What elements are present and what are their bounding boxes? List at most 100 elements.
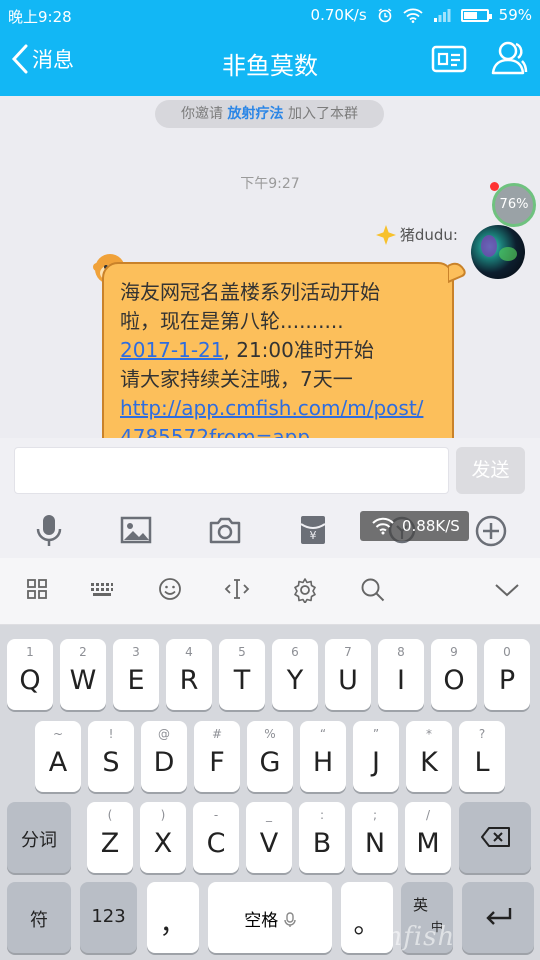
image-icon[interactable]: [120, 516, 152, 544]
keyboard-toolbar: [0, 558, 540, 625]
key-y[interactable]: 6Y: [272, 639, 318, 710]
key-w[interactable]: 2W: [60, 639, 106, 710]
key-c[interactable]: -C: [193, 802, 239, 873]
add-plus-icon[interactable]: [474, 514, 508, 548]
key-h[interactable]: “H: [300, 721, 346, 792]
group-members-icon[interactable]: [488, 40, 530, 76]
key-hint: 1: [26, 645, 34, 659]
chat-area[interactable]: 你邀请 放射疗法 加入了本群 下午9:27 76% 猪dudu: 海友网冠名盖楼…: [0, 96, 540, 438]
key-x[interactable]: ) X: [140, 802, 186, 873]
key-m[interactable]: / M: [405, 802, 451, 873]
emoji-icon[interactable]: [158, 577, 182, 601]
grid-menu-icon[interactable]: [26, 578, 48, 600]
key-q[interactable]: 1Q: [7, 639, 53, 710]
key-v[interactable]: _ V: [246, 802, 292, 873]
key-l[interactable]: ? L: [459, 721, 505, 792]
star-badge-icon: [375, 224, 396, 245]
chevron-down-icon[interactable]: [494, 582, 520, 598]
message-line: 海友网冠名盖楼系列活动开始: [120, 280, 380, 304]
key-u[interactable]: 7U: [325, 639, 371, 710]
segment-key[interactable]: 分词: [7, 802, 71, 873]
key-hint: 6: [291, 645, 299, 659]
symbol-key-label: 符: [30, 910, 48, 931]
key-n[interactable]: ; N: [352, 802, 398, 873]
key-hint: :: [319, 808, 325, 822]
battery-percent: 59%: [498, 6, 532, 24]
cursor-move-icon[interactable]: [224, 577, 250, 601]
symbol-key[interactable]: 符: [7, 882, 71, 953]
key-g[interactable]: % G: [247, 721, 293, 792]
key-i[interactable]: 8I: [378, 639, 424, 710]
key-b[interactable]: :B: [299, 802, 345, 873]
number-key[interactable]: 123: [80, 882, 137, 953]
enter-key[interactable]: [462, 882, 534, 953]
key-f[interactable]: # F: [194, 721, 240, 792]
key-a[interactable]: ~ A: [35, 721, 81, 792]
key-label: L: [474, 747, 490, 778]
message-input[interactable]: [14, 447, 449, 494]
key-hint: 4: [185, 645, 193, 659]
enter-icon: [486, 908, 512, 925]
key-s[interactable]: ! S: [88, 721, 134, 792]
keyboard-layout-icon[interactable]: [90, 582, 114, 598]
key-j[interactable]: ” J: [353, 721, 399, 792]
space-key-label: 空格: [208, 906, 332, 931]
message-bubble[interactable]: 海友网冠名盖楼系列活动开始 啦，现在是第八轮.......... 2017-1-…: [102, 262, 454, 438]
segment-key-label: 分词: [21, 830, 57, 851]
message-line: 2017-1-21, 21:00准时开始: [120, 336, 436, 365]
url-link-cont[interactable]: 4785572from=app: [120, 425, 310, 438]
net-speed: 0.70K/s: [310, 6, 367, 24]
key-label: H: [312, 747, 334, 778]
url-link[interactable]: http://app.cmfish.com/m/post/: [120, 396, 423, 420]
backspace-key[interactable]: [459, 802, 531, 873]
alarm-icon: [378, 8, 392, 23]
key-z[interactable]: (Z: [87, 802, 133, 873]
search-icon[interactable]: [360, 577, 386, 603]
invited-user-link[interactable]: 放射疗法: [228, 106, 284, 122]
key-hint: 5: [238, 645, 246, 659]
overlay-speed-text: 0.88K/S: [402, 517, 460, 535]
send-button[interactable]: 发送: [456, 447, 525, 494]
key-t[interactable]: 5T: [219, 639, 265, 710]
key-hint: ”: [372, 727, 380, 741]
sender-avatar[interactable]: [471, 225, 525, 279]
key-e[interactable]: 3E: [113, 639, 159, 710]
key-label: F: [209, 747, 225, 778]
key-hint: !: [108, 727, 114, 741]
key-hint: 7: [344, 645, 352, 659]
date-link[interactable]: 2017-1-21: [120, 338, 224, 362]
signal-icon: [433, 9, 451, 22]
message-text: , 21:00准时开始: [223, 338, 374, 362]
key-label: B: [312, 828, 332, 859]
key-hint: 2: [79, 645, 87, 659]
key-label: Y: [286, 665, 304, 696]
key-d[interactable]: @ D: [141, 721, 187, 792]
key-hint: ;: [372, 808, 378, 822]
camera-icon[interactable]: [208, 516, 242, 544]
status-right: 0.70K/s 59%: [311, 6, 532, 24]
comma-key[interactable]: ，: [147, 882, 199, 953]
progress-badge[interactable]: 76%: [492, 183, 536, 227]
key-hint: (: [107, 808, 113, 822]
key-label: N: [364, 828, 386, 859]
key-hint: /: [425, 808, 431, 822]
space-label-text: 空格: [244, 911, 279, 931]
key-r[interactable]: 4R: [166, 639, 212, 710]
microphone-icon[interactable]: [34, 513, 64, 549]
red-packet-icon[interactable]: ¥: [298, 514, 328, 546]
group-card-icon[interactable]: [431, 44, 467, 74]
key-k[interactable]: * K: [406, 721, 452, 792]
wifi-overlay-icon: [372, 517, 394, 535]
key-hint: -: [213, 808, 219, 822]
watermark-text: cmfish: [362, 922, 456, 952]
message-line: 4785572from=app: [120, 423, 436, 438]
key-hint: @: [158, 727, 170, 741]
settings-gear-icon[interactable]: [292, 577, 318, 603]
wifi-icon: [403, 8, 423, 23]
key-o[interactable]: 9O: [431, 639, 477, 710]
key-label: D: [153, 747, 175, 778]
key-p[interactable]: 0P: [484, 639, 530, 710]
soft-keyboard: 1Q2W3E4R5T6Y7U8I9O0P ~ A! S @ D # F% G “H” J * K? L …: [0, 625, 540, 960]
space-key[interactable]: 空格: [208, 882, 332, 953]
key-hint: 8: [397, 645, 405, 659]
